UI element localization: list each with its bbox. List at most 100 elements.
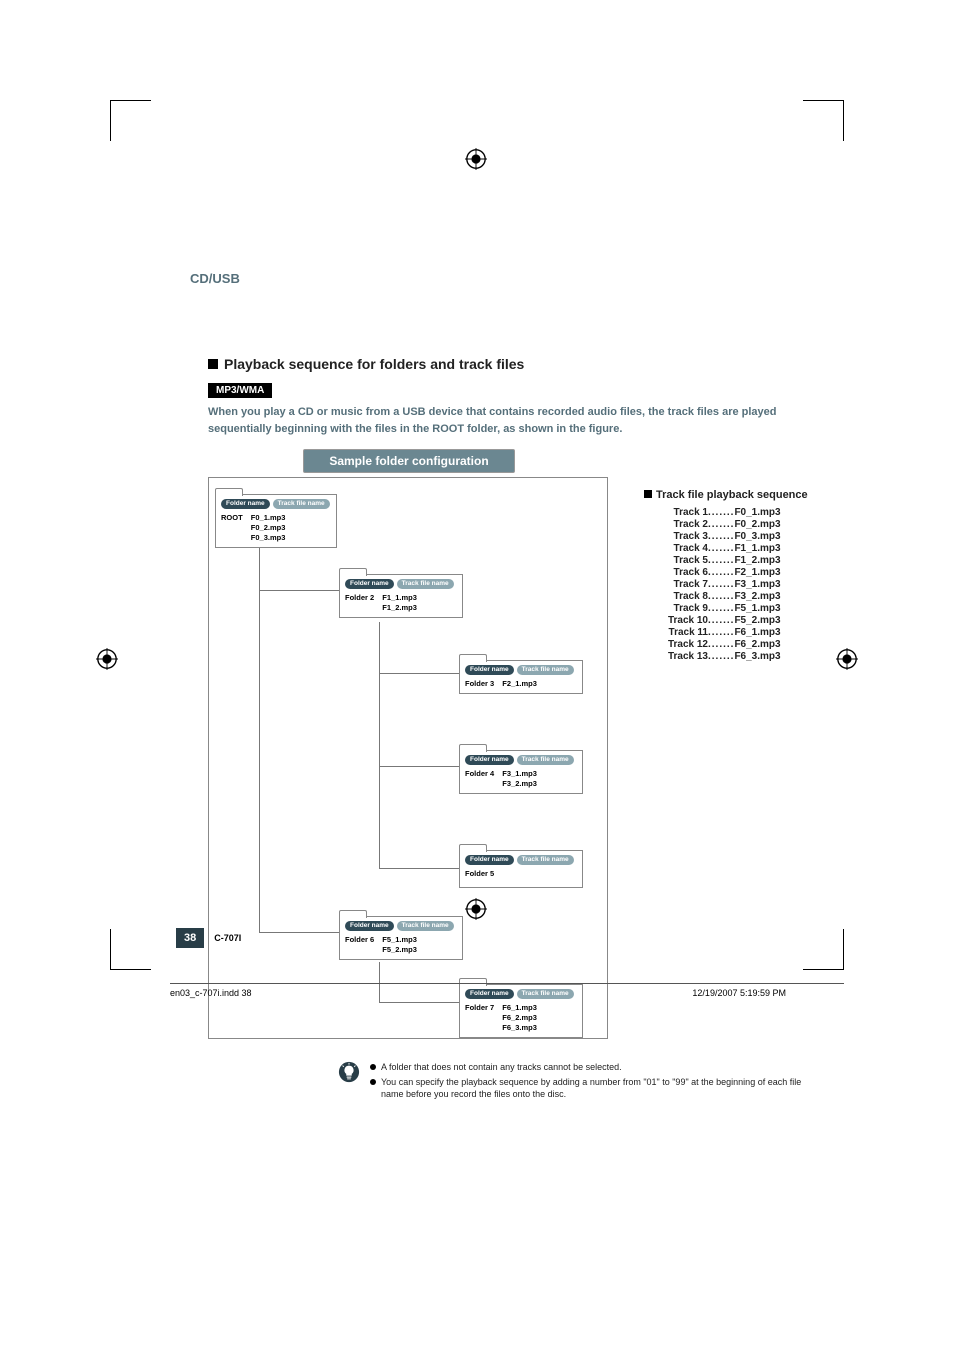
track-name-pill: Track file name	[517, 755, 574, 765]
folder-tab-icon	[459, 654, 487, 662]
intro-text: When you play a CD or music from a USB d…	[208, 404, 808, 437]
dots-separator: .......	[708, 555, 734, 566]
section-title: Playback sequence for folders and track …	[208, 356, 808, 372]
sequence-row: Track 1.......F0_1.mp3	[656, 507, 808, 518]
sequence-track-file: F5_2.mp3	[734, 615, 807, 626]
breadcrumb: CD/USB	[190, 271, 240, 286]
connector-line	[259, 932, 339, 933]
track-file: F6_1.mp3	[502, 1003, 537, 1013]
lightbulb-icon	[338, 1061, 360, 1083]
folder-tab-icon	[459, 844, 487, 852]
dots-separator: .......	[708, 543, 734, 554]
sequence-track-file: F3_1.mp3	[734, 579, 807, 590]
sequence-track-label: Track 5	[656, 555, 708, 566]
sequence-track-label: Track 2	[656, 519, 708, 530]
sequence-track-file: F1_1.mp3	[734, 543, 807, 554]
sequence-row: Track 11.......F6_1.mp3	[656, 627, 808, 638]
sequence-track-file: F5_1.mp3	[734, 603, 807, 614]
folder-name-pill: Folder name	[465, 755, 514, 765]
sequence-track-file: F6_3.mp3	[734, 651, 807, 662]
folder-label: Folder 6	[345, 935, 374, 945]
sequence-track-label: Track 8	[656, 591, 708, 602]
page-number: 38	[176, 928, 204, 948]
sequence-row: Track 7.......F3_1.mp3	[656, 579, 808, 590]
folder-label: Folder 2	[345, 593, 374, 603]
track-file: F5_2.mp3	[382, 945, 417, 955]
connector-line	[379, 868, 459, 869]
track-file: F1_1.mp3	[382, 593, 417, 603]
sequence-row: Track 2.......F0_2.mp3	[656, 519, 808, 530]
model-label: C-707I	[214, 933, 241, 943]
folder-node: Folder name Track file name Folder 3 F2_…	[459, 660, 583, 694]
print-footer-left: en03_c-707i.indd 38	[170, 988, 252, 998]
square-bullet-icon	[208, 359, 218, 369]
sequence-track-file: F1_2.mp3	[734, 555, 807, 566]
folder-node-root: Folder name Track file name ROOT F0_1.mp…	[215, 494, 337, 548]
track-file: F0_3.mp3	[251, 533, 286, 543]
dots-separator: .......	[708, 627, 734, 638]
bullet-icon	[370, 1079, 376, 1085]
sequence-track-file: F0_1.mp3	[734, 507, 807, 518]
folder-name-pill: Folder name	[221, 499, 270, 509]
track-file: F1_2.mp3	[382, 603, 417, 613]
folder-node: Folder name Track file name Folder 6 F5_…	[339, 916, 463, 960]
folder-name-pill: Folder name	[465, 665, 514, 675]
track-file: F2_1.mp3	[502, 679, 537, 689]
diagram-title: Sample folder configuration	[303, 449, 515, 473]
sequence-title: Track file playback sequence	[644, 489, 808, 501]
sequence-track-file: F3_2.mp3	[734, 591, 807, 602]
registration-mark-icon	[96, 648, 118, 670]
sequence-row: Track 9.......F5_1.mp3	[656, 603, 808, 614]
track-file: F0_1.mp3	[251, 513, 286, 523]
sequence-row: Track 6.......F2_1.mp3	[656, 567, 808, 578]
sequence-track-file: F6_2.mp3	[734, 639, 807, 650]
sequence-row: Track 4.......F1_1.mp3	[656, 543, 808, 554]
folder-tab-icon	[339, 910, 367, 918]
track-name-pill: Track file name	[517, 855, 574, 865]
folder-label: ROOT	[221, 513, 243, 523]
registration-mark-icon	[836, 648, 858, 670]
dots-separator: .......	[708, 591, 734, 602]
folder-tab-icon	[339, 568, 367, 576]
dots-separator: .......	[708, 639, 734, 650]
bullet-icon	[370, 1064, 376, 1070]
dots-separator: .......	[708, 615, 734, 626]
folder-tab-icon	[215, 488, 243, 496]
folder-label: Folder 3	[465, 679, 494, 689]
sequence-track-label: Track 7	[656, 579, 708, 590]
track-file: F5_1.mp3	[382, 935, 417, 945]
sequence-track-label: Track 10	[656, 615, 708, 626]
dots-separator: .......	[708, 651, 734, 662]
folder-node: Folder name Track file name Folder 4 F3_…	[459, 750, 583, 794]
track-file: F3_2.mp3	[502, 779, 537, 789]
notes: A folder that does not contain any track…	[370, 1061, 808, 1103]
dots-separator: .......	[708, 531, 734, 542]
crop-mark	[110, 100, 151, 141]
track-name-pill: Track file name	[397, 921, 454, 931]
dots-separator: .......	[708, 507, 734, 518]
folder-label: Folder 5	[465, 869, 494, 879]
sequence-track-label: Track 11	[656, 627, 708, 638]
sequence-track-label: Track 3	[656, 531, 708, 542]
square-bullet-icon	[644, 490, 652, 498]
folder-label: Folder 7	[465, 1003, 494, 1013]
folder-name-pill: Folder name	[345, 579, 394, 589]
playback-sequence: Track file playback sequence Track 1....…	[644, 489, 808, 1039]
sequence-track-file: F0_3.mp3	[734, 531, 807, 542]
sequence-track-label: Track 4	[656, 543, 708, 554]
track-file: F6_3.mp3	[502, 1023, 537, 1033]
dots-separator: .......	[708, 519, 734, 530]
connector-line	[379, 622, 380, 868]
folder-diagram: Sample folder configuration	[208, 449, 608, 1039]
folder-node: Folder name Track file name Folder 5	[459, 850, 583, 888]
crop-mark	[803, 100, 844, 141]
folder-tab-icon	[459, 744, 487, 752]
track-name-pill: Track file name	[397, 579, 454, 589]
folder-name-pill: Folder name	[345, 921, 394, 931]
sequence-track-label: Track 13	[656, 651, 708, 662]
sequence-track-file: F6_1.mp3	[734, 627, 807, 638]
sequence-row: Track 13.......F6_3.mp3	[656, 651, 808, 662]
folder-node: Folder name Track file name Folder 2 F1_…	[339, 574, 463, 618]
sequence-track-file: F0_2.mp3	[734, 519, 807, 530]
sequence-row: Track 12.......F6_2.mp3	[656, 639, 808, 650]
